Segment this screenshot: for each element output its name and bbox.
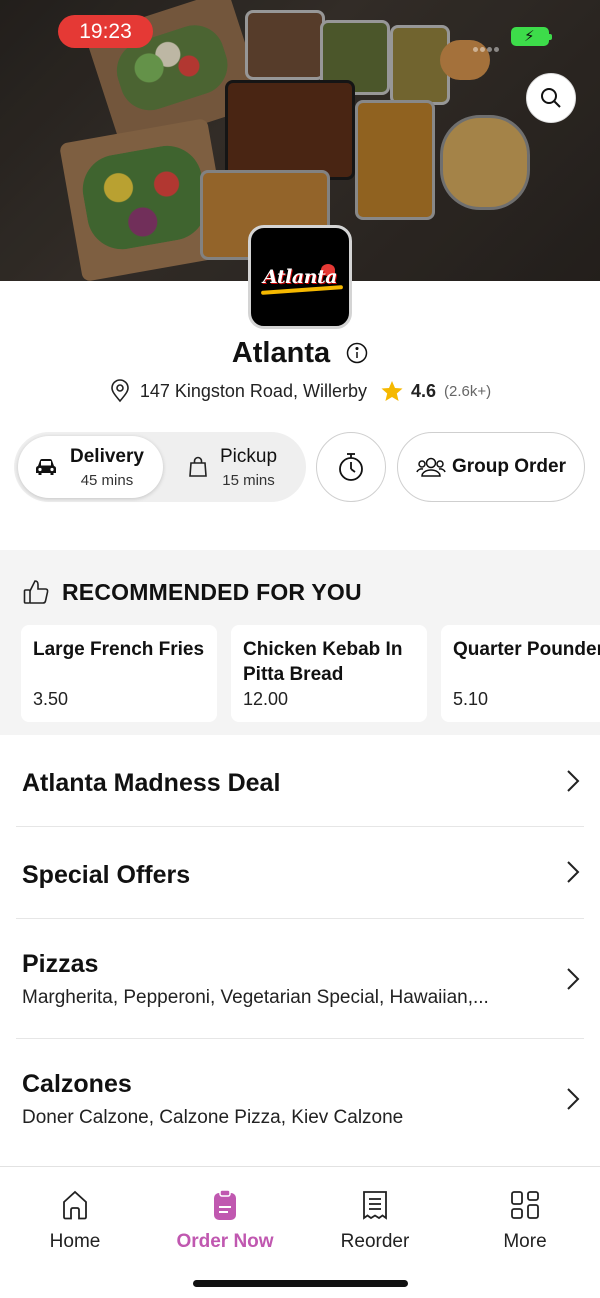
receipt-icon — [363, 1191, 387, 1220]
category-description: Doner Calzone, Calzone Pizza, Kiev Calzo… — [22, 1107, 404, 1128]
recommended-card[interactable]: Quarter Pounder Cheese Burger 5.10 — [441, 625, 600, 722]
restaurant-name: Atlanta — [231, 336, 331, 369]
pickup-label: Pickup — [220, 445, 278, 467]
rating-value: 4.6 — [411, 380, 437, 401]
home-icon — [63, 1190, 87, 1220]
status-time: 19:23 — [58, 15, 153, 48]
order-mode-toggle: Delivery 45 mins Pickup 15 mins — [14, 432, 306, 502]
category-description: Margherita, Pepperoni, Vegetarian Specia… — [22, 987, 489, 1008]
nav-home[interactable]: Home — [0, 1187, 150, 1253]
order-icon — [214, 1189, 236, 1220]
chevron-right-icon — [567, 861, 580, 883]
recommended-heading: RECOMMENDED FOR YOU — [22, 578, 362, 606]
category-row[interactable]: Pizzas Margherita, Pepperoni, Vegetarian… — [0, 919, 600, 1038]
recommended-section: RECOMMENDED FOR YOU Large French Fries 3… — [0, 550, 600, 735]
category-row[interactable]: Calzones Doner Calzone, Calzone Pizza, K… — [0, 1039, 600, 1158]
recommended-item-name: Chicken Kebab In Pitta Bread — [243, 639, 403, 685]
recommended-card[interactable]: Large French Fries 3.50 — [21, 625, 217, 722]
nav-reorder[interactable]: Reorder — [300, 1187, 450, 1253]
address-rating-row: 147 Kingston Road, Willerby 4.6 (2.6k+) — [0, 379, 600, 403]
shopping-bag-icon — [189, 456, 207, 477]
logo-text: Atlanta — [262, 266, 338, 288]
category-row[interactable]: Atlanta Madness Deal — [0, 736, 600, 826]
search-button[interactable] — [526, 73, 576, 123]
group-order-button[interactable]: Group Order — [397, 432, 585, 502]
nav-more-label: More — [503, 1231, 547, 1252]
delivery-option[interactable]: Delivery 45 mins — [18, 436, 163, 498]
search-icon — [541, 88, 561, 108]
car-icon — [36, 459, 56, 475]
recommended-item-name: Large French Fries — [33, 639, 205, 660]
location-pin-icon — [111, 379, 129, 403]
category-title: Atlanta Madness Deal — [22, 769, 281, 797]
restaurant-logo: Atlanta — [248, 225, 352, 329]
group-order-label: Group Order — [451, 456, 566, 477]
signal-icon — [473, 39, 503, 52]
chevron-right-icon — [567, 968, 580, 990]
category-title: Pizzas — [22, 950, 99, 978]
restaurant-address[interactable]: 147 Kingston Road, Willerby — [140, 381, 367, 402]
recommended-item-price: 3.50 — [33, 689, 69, 709]
schedule-button[interactable] — [316, 432, 386, 502]
recommended-card[interactable]: Chicken Kebab In Pitta Bread 12.00 — [231, 625, 427, 722]
thumbs-up-icon — [23, 580, 49, 604]
home-indicator — [193, 1280, 408, 1287]
nav-home-label: Home — [49, 1231, 101, 1252]
delivery-time: 45 mins — [80, 471, 134, 489]
info-icon[interactable] — [346, 342, 368, 364]
status-bar: 19:23 ⚡ — [0, 0, 600, 64]
stopwatch-icon — [339, 453, 363, 481]
nav-more[interactable]: More — [450, 1187, 600, 1253]
category-row[interactable]: Special Offers — [0, 827, 600, 918]
category-title: Special Offers — [22, 861, 191, 889]
battery-charging-icon: ⚡ — [511, 27, 552, 46]
nav-order-now-label: Order Now — [176, 1231, 274, 1252]
bottom-navigation: Home Order Now Reorder More — [0, 1166, 600, 1298]
rating-count: (2.6k+) — [444, 382, 492, 400]
recommended-item-price: 12.00 — [243, 689, 289, 709]
nav-order-now[interactable]: Order Now — [150, 1187, 300, 1253]
recommended-item-name: Quarter Pounder Cheese Burger — [453, 639, 600, 660]
pickup-time: 15 mins — [222, 471, 275, 489]
star-icon — [381, 381, 403, 401]
pickup-option[interactable]: Pickup 15 mins — [174, 436, 302, 498]
recommended-item-price: 5.10 — [453, 689, 489, 709]
chevron-right-icon — [567, 1088, 580, 1110]
chevron-right-icon — [567, 770, 580, 792]
grid-icon — [511, 1191, 539, 1219]
nav-reorder-label: Reorder — [340, 1231, 410, 1252]
group-icon — [416, 457, 446, 477]
restaurant-title: Atlanta — [0, 336, 600, 370]
delivery-label: Delivery — [70, 445, 144, 467]
category-title: Calzones — [22, 1070, 132, 1098]
recommended-title: RECOMMENDED FOR YOU — [62, 578, 362, 605]
